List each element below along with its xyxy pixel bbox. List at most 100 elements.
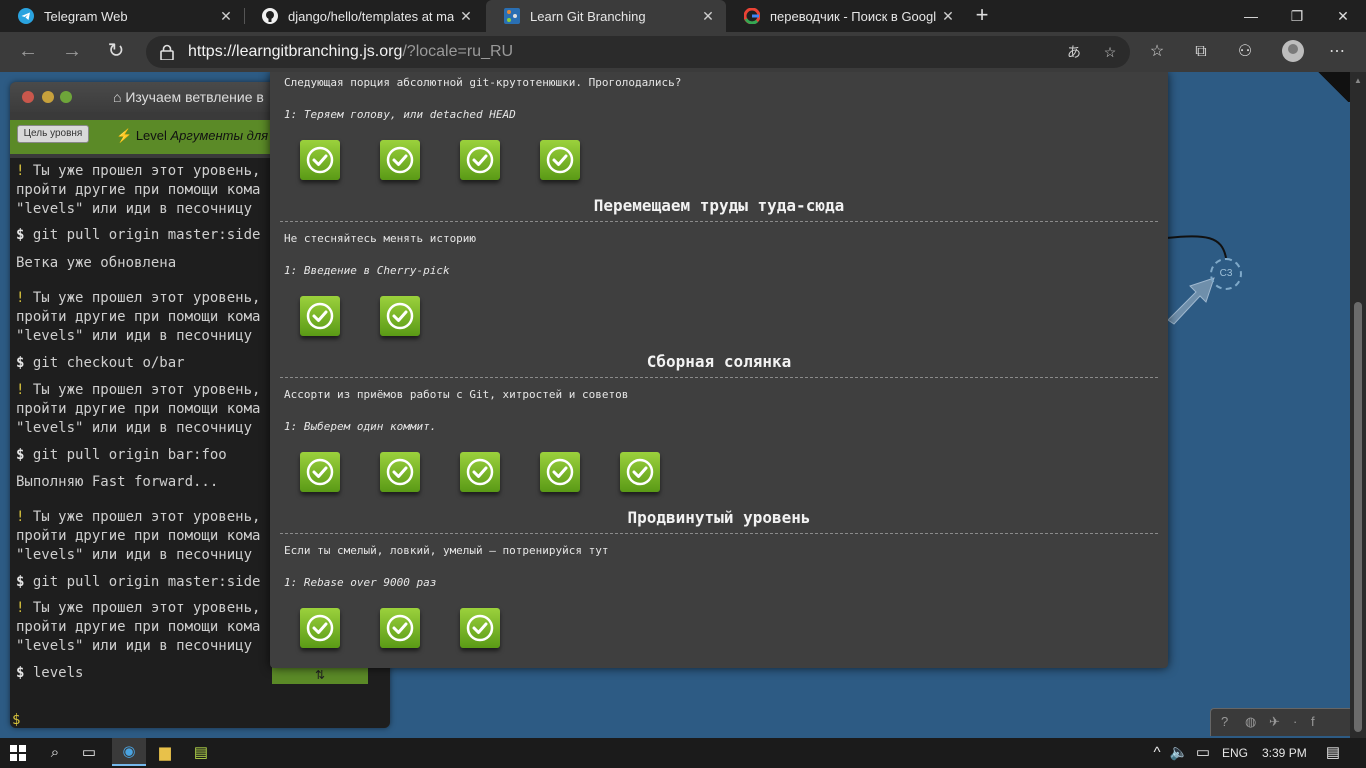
level-completed-button[interactable] [380,608,420,648]
globe-icon[interactable]: ◍ [1245,714,1256,730]
level-completed-button[interactable] [460,452,500,492]
section-divider [280,533,1158,534]
section-title: Сборная солянка [646,352,792,371]
windows-taskbar: ⌕ ▭ ◉ ▆ ▤ ^ 🔈 ▭ ENG 3:39 PM ▤ [0,738,1366,768]
tab-learn-git-branching[interactable]: Learn Git Branching ✕ [486,0,726,32]
collections-icon[interactable]: ⧉ [1190,41,1212,63]
facebook-icon[interactable]: f [1311,714,1315,729]
task-view-icon[interactable]: ▭ [78,743,100,763]
maximize-button[interactable]: ❐ [1274,0,1320,32]
minimize-light-icon[interactable] [42,91,54,103]
section-title: Перемещаем труды туда-сюда [593,196,845,215]
home-icon: ⌂ [113,89,126,105]
section-description: Если ты смелый, ловкий, умелый – потрени… [284,544,609,557]
terminal-line: "levels" или иди в песочницу [16,637,252,656]
checkmark-icon [306,146,334,174]
close-icon[interactable]: ✕ [454,8,478,25]
terminal-line-text: git pull origin master:side [32,574,261,590]
terminal-line: пройти другие при помощи кома [16,618,260,637]
window-close-button[interactable]: ✕ [1320,0,1366,32]
help-icon[interactable]: ? [1221,714,1228,729]
volume-icon[interactable]: 🔈 [1168,743,1190,763]
level-name: Аргументы для р [170,128,279,143]
language-indicator[interactable]: ENG [1222,746,1248,760]
notepad-icon[interactable]: ▤ [190,743,212,763]
terminal-line-text: Ты уже прошел этот уровень, [32,382,261,398]
tab-google-search[interactable]: переводчик - Поиск в Google ✕ [726,0,966,32]
terminal-line-text: "levels" или иди в песочницу [16,547,253,563]
forward-button[interactable]: → [58,38,86,66]
level-completed-button[interactable] [300,140,340,180]
level-completed-button[interactable] [380,452,420,492]
read-aloud-icon[interactable]: あ [1064,42,1084,62]
windows-start-icon[interactable] [10,745,26,761]
commit-node[interactable]: C3 [1210,258,1242,290]
level-goal-button[interactable]: Цель уровня [17,125,89,143]
scrollbar-thumb[interactable] [1354,302,1362,732]
prompt-symbol: $ [16,227,25,243]
back-button[interactable]: ← [14,38,42,66]
terminal-line: ! Ты уже прошел этот уровень, [16,289,260,308]
refresh-button[interactable]: ↻ [102,38,130,66]
level-completed-button[interactable] [300,452,340,492]
level-completed-button[interactable] [460,608,500,648]
minimize-button[interactable]: — [1228,0,1274,32]
close-light-icon[interactable] [22,91,34,103]
terminal-line-text: пройти другие при помощи кома [16,182,261,198]
telegram-icon [18,8,34,24]
terminal-line-text: Ты уже прошел этот уровень, [32,163,261,179]
level-completed-button[interactable] [380,296,420,336]
close-icon[interactable]: ✕ [214,8,238,25]
checkmark-icon [306,614,334,642]
tray-overflow-icon[interactable]: ^ [1146,743,1168,763]
favorites-icon[interactable]: ☆ [1146,41,1168,63]
prompt-symbol: $ [16,355,25,371]
page-scrollbar[interactable]: ▲ [1350,72,1366,738]
file-explorer-icon[interactable]: ▆ [154,743,176,763]
checkmark-icon [546,458,574,486]
github-corner-icon[interactable] [1316,72,1350,102]
section-divider [280,221,1158,222]
levels-toggle-button[interactable]: ⇅ [272,666,368,684]
edge-browser-icon[interactable]: ◉ [112,738,146,766]
close-icon[interactable]: ✕ [696,8,720,25]
search-icon[interactable]: ⌕ [44,743,66,763]
browser-tab-bar: Telegram Web ✕ django/hello/templates at… [0,0,1366,32]
maximize-light-icon[interactable] [60,91,72,103]
level-completed-button[interactable] [380,140,420,180]
level-label: ⚡ Level Аргументы для р [116,128,279,144]
add-favorite-icon[interactable]: ☆ [1100,42,1120,62]
warning-icon: ! [16,509,25,525]
notifications-icon[interactable]: ▤ [1322,743,1344,763]
extensions-icon[interactable]: ⚇ [1234,41,1256,63]
terminal-line: "levels" или иди в песочницу [16,327,252,346]
sequence-name: 1: Введение в Cherry-pick [284,264,450,277]
terminal-line: ! Ты уже прошел этот уровень, [16,508,260,527]
sequence-name: 1: Выберем один коммит. [284,420,437,433]
terminal-input-prompt[interactable]: $ [12,712,20,728]
close-icon[interactable]: ✕ [936,8,960,25]
address-bar[interactable]: https://learngitbranching.js.org/?locale… [146,36,1130,68]
browser-toolbar: ← → ↻ https://learngitbranching.js.org/?… [0,32,1366,72]
twitter-icon[interactable]: ✈ [1269,714,1280,730]
level-completed-button[interactable] [540,140,580,180]
more-menu-icon[interactable]: ⋯ [1326,41,1348,63]
terminal-line-text: Ты уже прошел этот уровень, [32,290,261,306]
scroll-up-icon[interactable]: ▲ [1354,76,1362,85]
tab-telegram[interactable]: Telegram Web ✕ [0,0,244,32]
terminal-line: $ git pull origin bar:foo [16,446,227,465]
level-completed-button[interactable] [540,452,580,492]
terminal-line-text: git checkout o/bar [32,355,185,371]
tab-github[interactable]: django/hello/templates at main ✕ [244,0,484,32]
level-completed-button[interactable] [300,296,340,336]
new-tab-button[interactable]: + [968,0,996,32]
level-completed-button[interactable] [460,140,500,180]
clock[interactable]: 3:39 PM [1262,746,1307,760]
terminal-line: $ git pull origin master:side [16,226,260,245]
terminal-line: пройти другие при помощи кома [16,400,260,419]
network-icon[interactable]: ▭ [1192,743,1214,763]
avatar[interactable] [1282,40,1304,62]
level-completed-button[interactable] [620,452,660,492]
checkmark-icon [386,458,414,486]
level-completed-button[interactable] [300,608,340,648]
